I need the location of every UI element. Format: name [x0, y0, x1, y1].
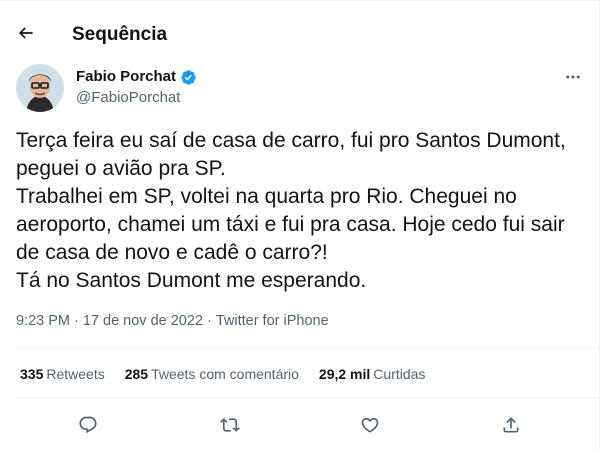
quotes-label: Tweets com comentário [151, 366, 299, 382]
retweets-label: Retweets [46, 366, 105, 382]
heart-icon [361, 417, 379, 433]
share-icon [503, 417, 519, 433]
verified-badge-icon [180, 69, 197, 86]
likes-count: 29,2 mil [318, 366, 371, 382]
share-button[interactable] [494, 408, 528, 442]
tweet-stats: 335 Retweets 285 Tweets com comentário 29,… [20, 364, 425, 384]
more-dots-icon [566, 75, 580, 79]
tweet-actions [16, 408, 584, 442]
tweet-thread-panel: Sequência Fabio Porchat @FabioPorchat Te… [0, 0, 600, 450]
divider [16, 397, 600, 398]
tweet-time[interactable]: 9:23 PM [16, 313, 70, 329]
arrow-left-icon [18, 27, 33, 39]
retweet-button[interactable] [213, 408, 247, 442]
reply-button[interactable] [71, 408, 105, 442]
avatar-image [16, 64, 64, 112]
likes-stat[interactable]: 29,2 mil Curtidas [319, 364, 426, 384]
page-title: Sequência [72, 24, 168, 45]
quote-tweets-stat[interactable]: 285 Tweets com comentário [125, 364, 299, 384]
divider [16, 347, 600, 348]
retweet-icon [220, 418, 240, 432]
quotes-count: 285 [124, 366, 149, 382]
retweets-stat[interactable]: 335 Retweets [20, 364, 105, 384]
tweet-source[interactable]: Twitter for iPhone [216, 313, 329, 329]
meta-separator: · [206, 313, 212, 329]
tweet-body: Terça feira eu saí de casa de carro, fui… [16, 129, 566, 292]
tweet-date[interactable]: 17 de nov de 2022 [83, 313, 203, 329]
author-display-name[interactable]: Fabio Porchat [76, 67, 176, 87]
reply-icon [79, 416, 97, 434]
back-button[interactable] [12, 19, 40, 47]
author-handle[interactable]: @FabioPorchat [76, 88, 180, 108]
more-options-button[interactable] [560, 64, 586, 90]
likes-label: Curtidas [373, 366, 426, 382]
page-header: Sequência [0, 1, 600, 54]
avatar[interactable] [16, 64, 64, 112]
retweets-count: 335 [20, 366, 44, 382]
like-button[interactable] [353, 408, 387, 442]
author-name: Fabio Porchat [76, 67, 197, 87]
tweet-meta: 9:23 PM · 17 de nov de 2022 · Twitter for iP… [16, 311, 329, 331]
meta-separator: · [74, 313, 79, 329]
